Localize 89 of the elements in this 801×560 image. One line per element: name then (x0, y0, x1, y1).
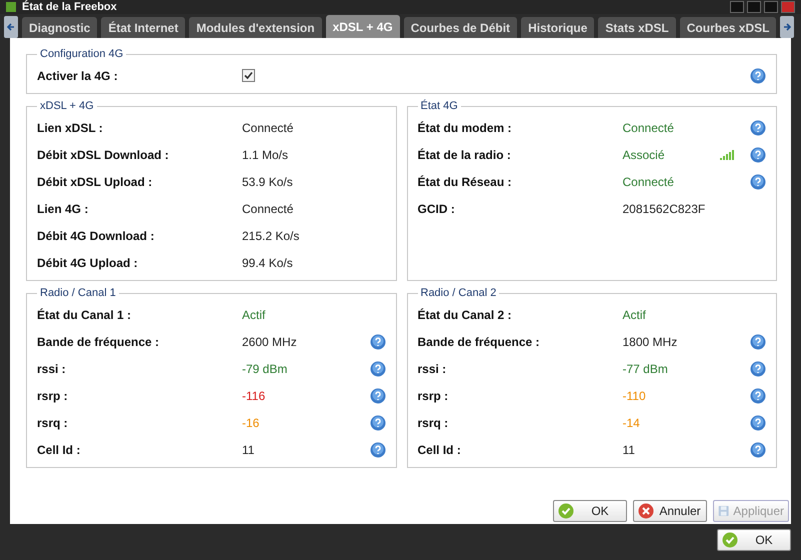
help-icon[interactable] (370, 442, 386, 458)
checkbox[interactable] (242, 69, 255, 82)
field-label: Bande de fréquence : (418, 334, 541, 348)
right-arrow-icon (783, 23, 792, 31)
field-value: -14 (622, 416, 640, 430)
tab[interactable]: Stats xDSL (598, 17, 676, 38)
maximize-button[interactable] (764, 1, 778, 13)
field-value: Connecté (242, 120, 294, 134)
field-label: Activer la 4G : (37, 68, 119, 82)
field-value: -16 (242, 416, 260, 430)
check-icon (558, 503, 574, 519)
field-value: Connecté (622, 174, 674, 188)
help-icon[interactable] (750, 360, 766, 376)
tab[interactable]: État Internet (101, 17, 186, 38)
field-label: État du Canal 1 : (37, 308, 132, 322)
check-icon (722, 532, 738, 548)
field-value: 2081562C823F (622, 202, 706, 216)
tab[interactable]: xDSL + 4G (326, 15, 400, 38)
field-value: -110 (622, 388, 646, 402)
field-label: rsrp : (418, 388, 450, 402)
field-value: 99.4 Ko/s (242, 256, 293, 270)
minimize-button[interactable] (747, 1, 761, 13)
group-legend: Radio / Canal 1 (37, 287, 119, 299)
group-legend: État 4G (418, 100, 461, 112)
field-label: rsrq : (418, 416, 450, 430)
field-value: 53.9 Ko/s (242, 174, 293, 188)
field-value: Associé (622, 148, 665, 162)
field-value: -116 (242, 388, 266, 402)
help-icon[interactable] (750, 388, 766, 404)
field-value: Connecté (242, 202, 294, 216)
ok-button[interactable]: OK (717, 529, 791, 551)
field-label: rsrq : (37, 416, 69, 430)
signal-bars-icon (720, 150, 736, 160)
help-icon[interactable] (750, 174, 766, 190)
field-value: Actif (622, 308, 646, 322)
help-icon[interactable] (750, 414, 766, 430)
field-label: Cell Id : (418, 442, 462, 456)
help-icon[interactable] (370, 360, 386, 376)
group-legend: xDSL + 4G (37, 100, 97, 112)
field-label: Débit xDSL Download : (37, 148, 170, 162)
field-value: 1800 MHz (622, 334, 678, 348)
field-label: État de la radio : (418, 148, 512, 162)
field-value: Connecté (622, 120, 674, 134)
field-value: 2600 MHz (242, 334, 297, 348)
tab[interactable]: Courbes de Débit (404, 17, 518, 38)
field-label: Bande de fréquence : (37, 334, 160, 348)
left-arrow-icon (7, 23, 15, 31)
tab[interactable]: Modules d'extension (189, 17, 322, 38)
field-label: Cell Id : (37, 442, 82, 456)
group-legend: Configuration 4G (37, 48, 126, 60)
scroll-left-button[interactable] (4, 16, 18, 38)
field-value: 11 (622, 442, 635, 456)
field-value: 11 (242, 442, 254, 456)
help-icon[interactable] (750, 120, 766, 136)
tab[interactable]: Courbes xDSL (680, 17, 776, 38)
field-label: Débit 4G Download : (37, 228, 156, 242)
field-value: -79 dBm (242, 362, 288, 376)
help-icon[interactable] (370, 414, 386, 430)
field-label: Lien xDSL : (37, 120, 104, 134)
cancel-button[interactable]: Annuler (633, 500, 707, 522)
help-icon[interactable] (750, 334, 766, 350)
field-label: rssi : (37, 362, 67, 376)
field-label: rsrp : (37, 388, 69, 402)
help-icon[interactable] (370, 388, 386, 404)
group-legend: Radio / Canal 2 (418, 287, 500, 299)
field-label: État du Canal 2 : (418, 308, 513, 322)
field-value: 1.1 Mo/s (242, 148, 288, 162)
help-window-button[interactable] (730, 1, 744, 13)
help-icon[interactable] (750, 68, 766, 84)
field-label: État du modem : (418, 120, 513, 134)
help-icon[interactable] (750, 442, 766, 458)
scroll-right-button[interactable] (780, 16, 794, 38)
app-icon (6, 2, 16, 12)
field-label: rssi : (418, 362, 448, 376)
ok-button[interactable]: OK (553, 500, 627, 522)
field-label: GCID : (418, 202, 456, 216)
help-icon[interactable] (750, 146, 766, 162)
field-value: 215.2 Ko/s (242, 228, 300, 242)
tab[interactable]: Historique (521, 17, 594, 38)
field-label: Débit 4G Upload : (37, 256, 139, 270)
field-label: Débit xDSL Upload : (37, 174, 154, 188)
field-label: État du Réseau : (418, 174, 513, 188)
tab[interactable]: Diagnostic (22, 17, 98, 38)
cancel-icon (638, 503, 654, 519)
window-title: État de la Freebox (22, 0, 117, 14)
field-value: Actif (242, 308, 266, 322)
field-label: Lien 4G : (37, 202, 90, 216)
field-value: -77 dBm (622, 362, 668, 376)
help-icon[interactable] (370, 334, 386, 350)
